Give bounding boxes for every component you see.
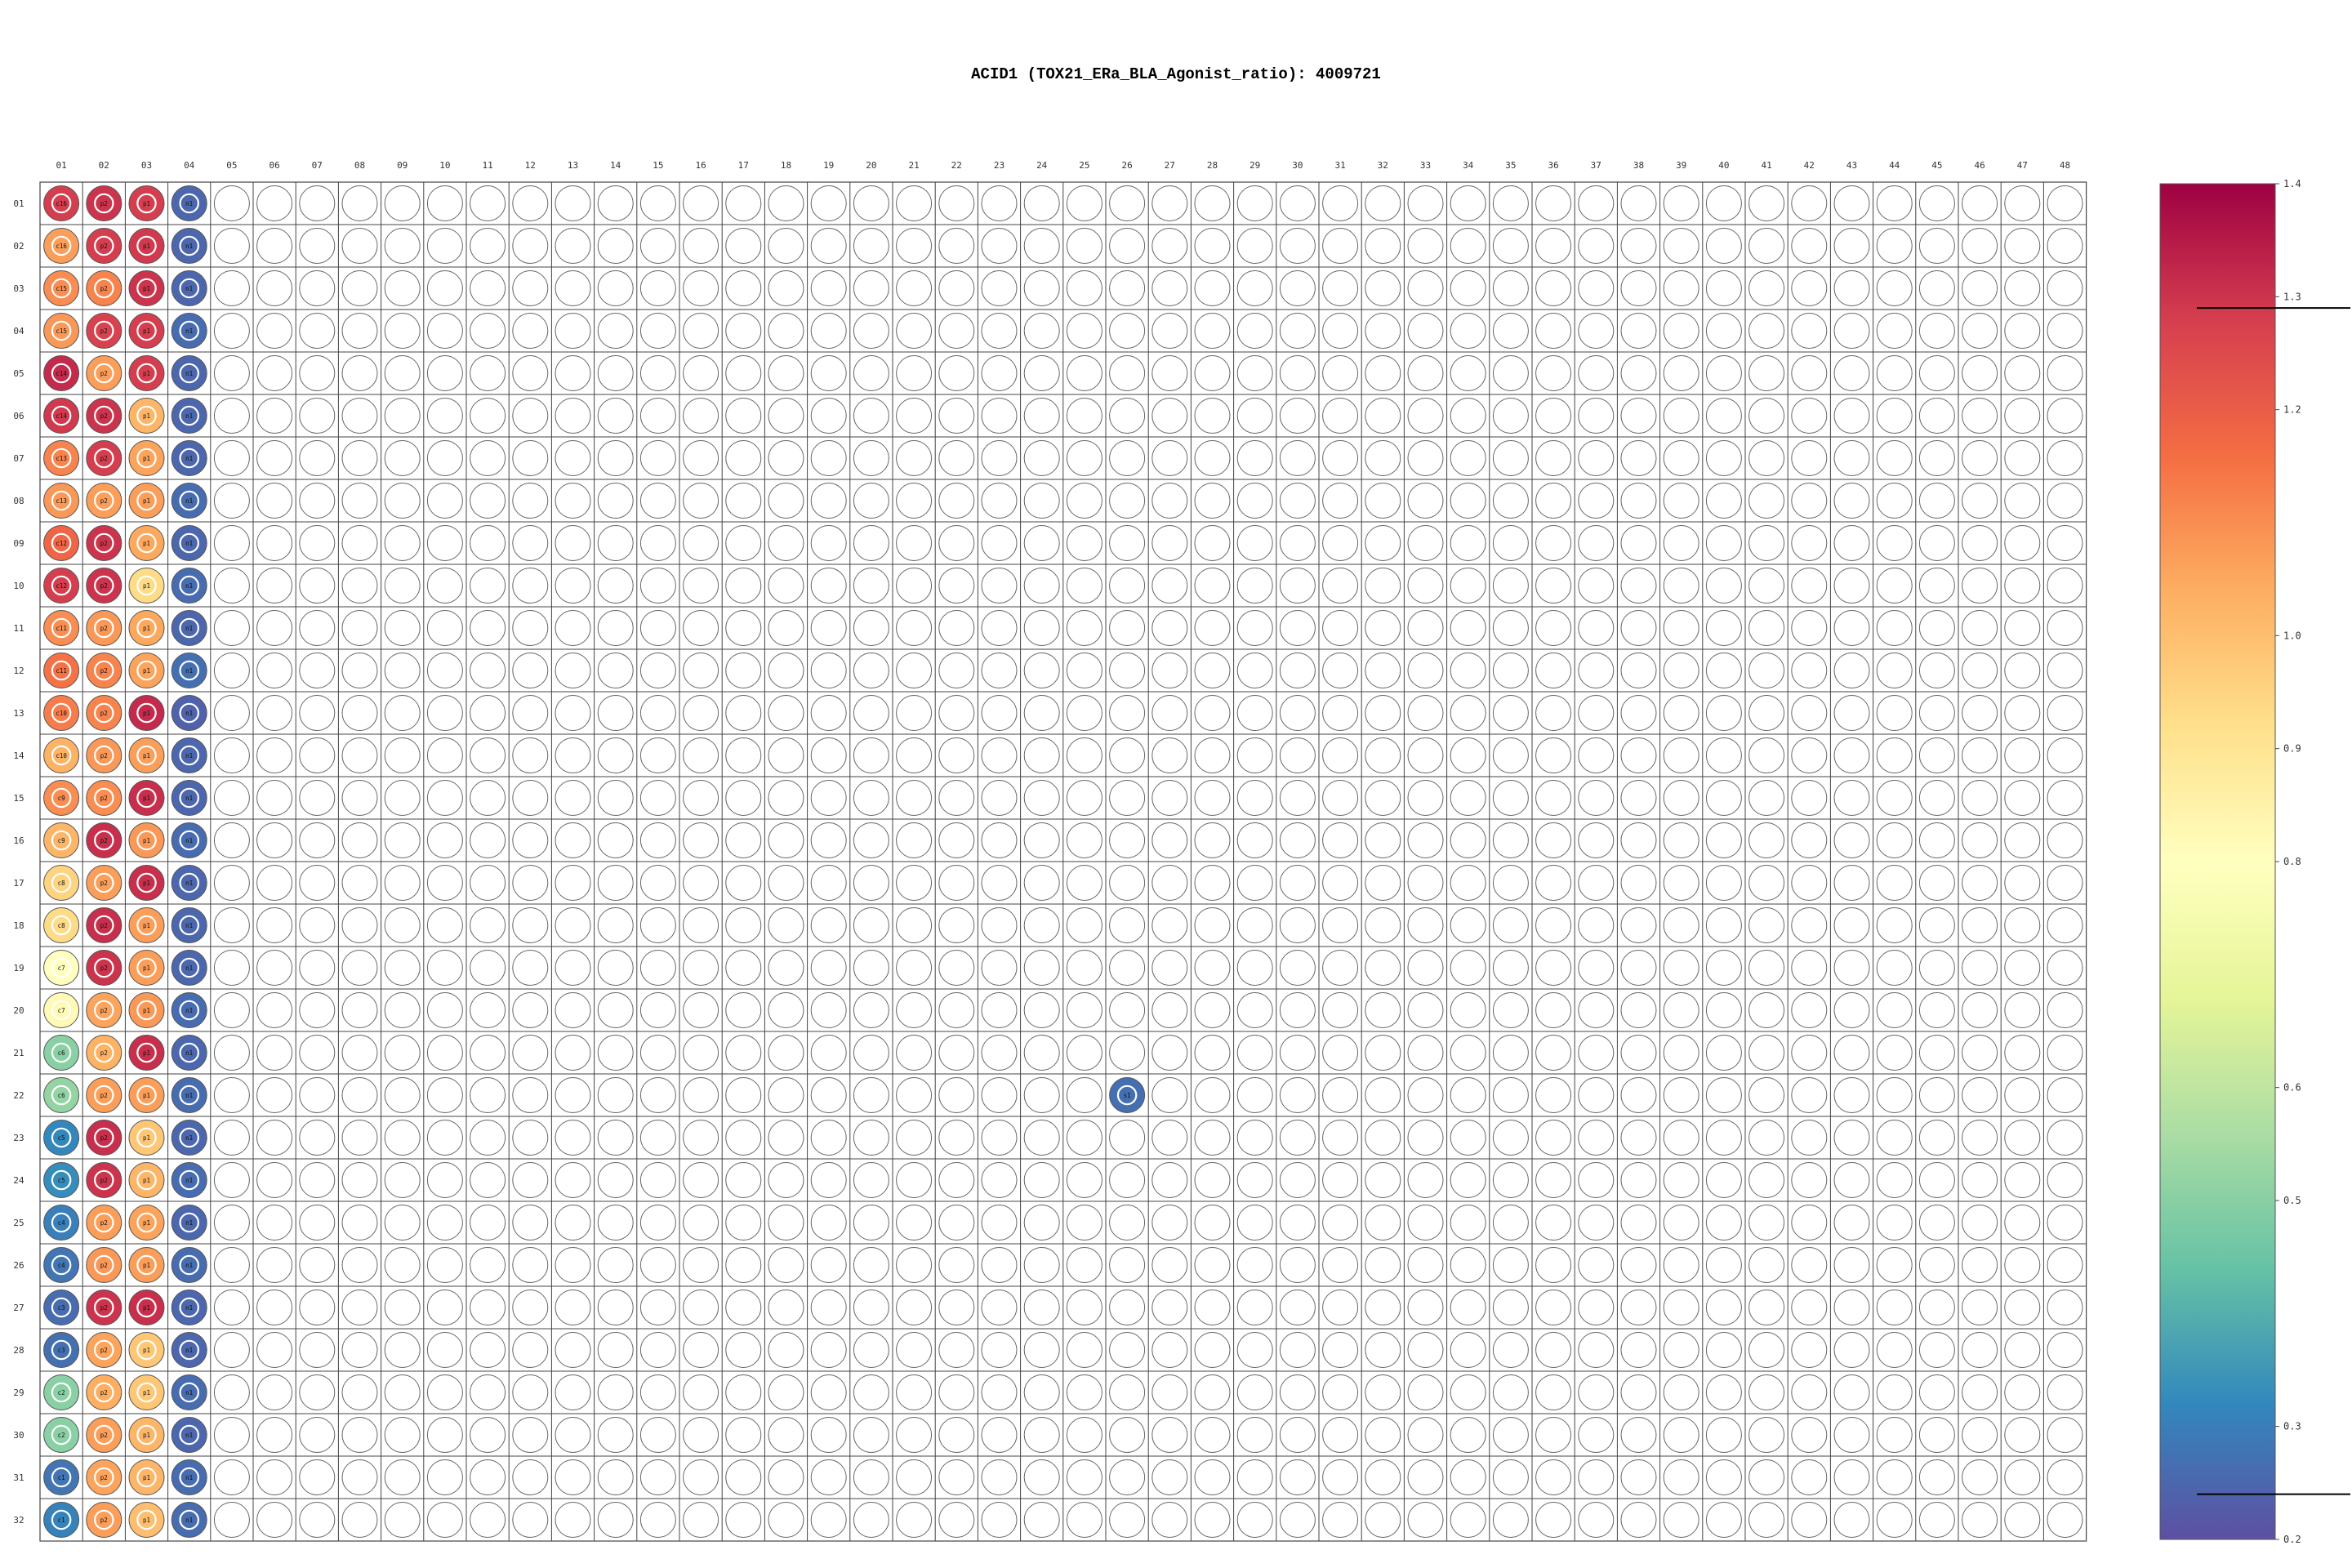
colorbar-tick-label: 0.3 bbox=[2283, 1421, 2301, 1432]
colorbar-legend: 1.4 1.3 1.2 1.0 0.9 0.8 0.6 0.5 0.3 0.2 bbox=[2159, 178, 2350, 1545]
colorbar-gradient bbox=[2159, 183, 2276, 1540]
colorbar-tick-label: 0.2 bbox=[2283, 1534, 2301, 1545]
colorbar-tick-label: 1.2 bbox=[2283, 404, 2301, 416]
colorbar-tick-label: 0.6 bbox=[2283, 1082, 2301, 1094]
colorbar-tick-label: 1.0 bbox=[2283, 630, 2301, 641]
colorbar-tick-label: 0.9 bbox=[2283, 743, 2301, 755]
colorbar-tick-label: 0.5 bbox=[2283, 1195, 2301, 1206]
colorbar-tick-label: 1.3 bbox=[2283, 291, 2301, 302]
colorbar-tick-label: 1.4 bbox=[2283, 178, 2301, 189]
colorbar-tick-label: 0.8 bbox=[2283, 856, 2301, 867]
